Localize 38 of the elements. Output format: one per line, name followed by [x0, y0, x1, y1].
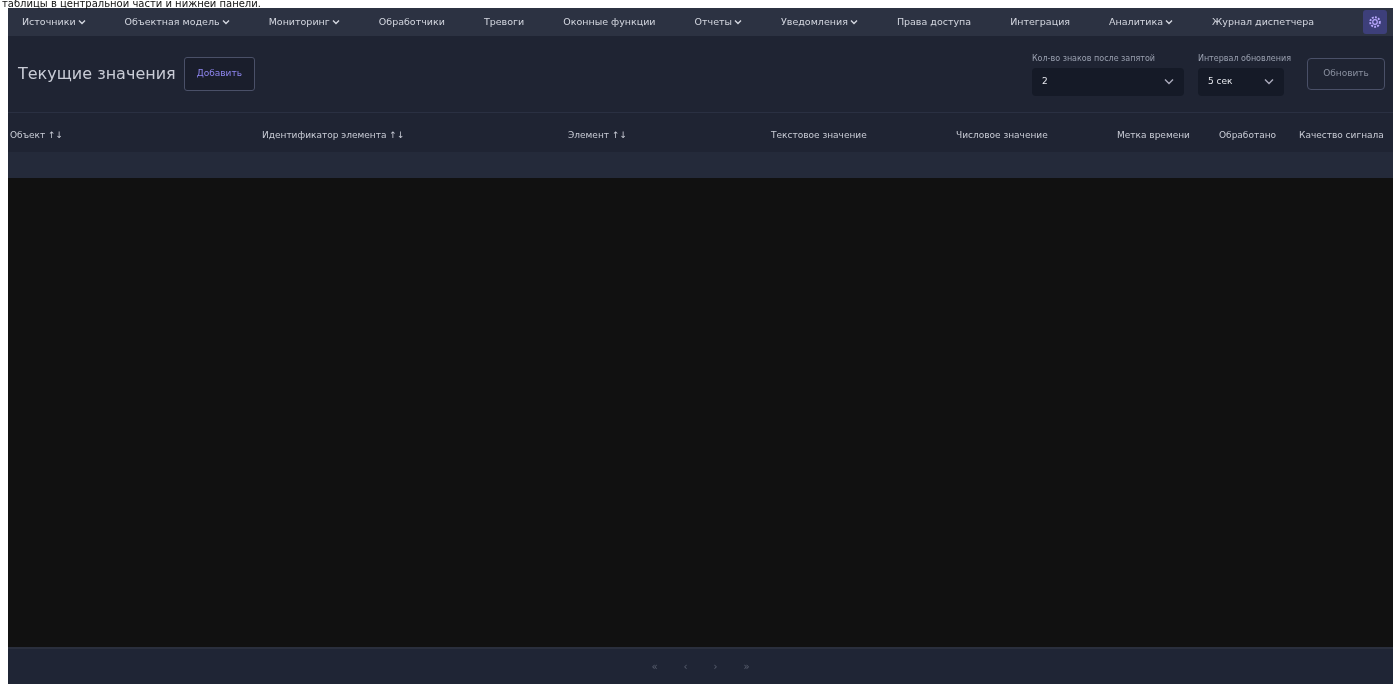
menu-item[interactable]: Тревоги — [483, 14, 525, 30]
field-label: Кол-во знаков после запятой — [1031, 52, 1156, 65]
field-label: Интервал обновления — [1197, 52, 1291, 65]
caret-icon — [734, 19, 743, 26]
select-field[interactable]: 2 — [1031, 67, 1184, 96]
menu-item[interactable]: Интеграция — [1010, 14, 1071, 30]
add-button[interactable]: Добавить — [183, 57, 255, 91]
caret-icon — [849, 19, 858, 26]
menu-item[interactable]: Мониторинг — [268, 14, 340, 30]
column-header: Числовое значение — [956, 129, 1048, 140]
column-header[interactable]: Идентификатор элемента ↑↓ — [262, 129, 405, 140]
select-field[interactable]: 5 сек — [1197, 67, 1284, 96]
menu-item[interactable]: Обработчики — [378, 14, 445, 30]
column-header: Обработано — [1219, 129, 1277, 140]
menu-item[interactable]: Отчеты — [694, 14, 743, 30]
column-header: Качество сигнала — [1299, 129, 1384, 140]
menu-item[interactable]: Источники — [22, 14, 86, 30]
menu-item[interactable]: Уведомления — [781, 14, 858, 30]
caption-text: таблицы в центральной части и нижней панели. — [1, 0, 262, 8]
column-header: Текстовое значение — [771, 129, 867, 140]
menu-item[interactable]: Оконные функции — [563, 14, 656, 30]
caret-icon — [77, 19, 86, 26]
chevron-icon — [1163, 78, 1174, 85]
menu-item[interactable]: Объектная модель — [124, 14, 230, 30]
caret-icon — [221, 19, 230, 26]
settings-icon — [1368, 15, 1382, 29]
caret-icon — [331, 19, 340, 26]
column-header[interactable]: Объект ↑↓ — [10, 129, 64, 140]
chevron-icon — [1263, 78, 1274, 85]
column-header[interactable]: Элемент ↑↓ — [568, 129, 627, 140]
menu-item[interactable]: Журнал диспетчера — [1212, 14, 1314, 30]
page-title: Текущие значения — [18, 63, 176, 85]
menu-item[interactable]: Права доступа — [896, 14, 972, 30]
menu-item[interactable]: Аналитика — [1109, 14, 1174, 30]
caret-icon — [1165, 19, 1174, 26]
settings-button[interactable] — [1363, 10, 1387, 34]
refresh-button[interactable]: Обновить — [1307, 58, 1385, 90]
column-header: Метка времени — [1117, 129, 1190, 140]
